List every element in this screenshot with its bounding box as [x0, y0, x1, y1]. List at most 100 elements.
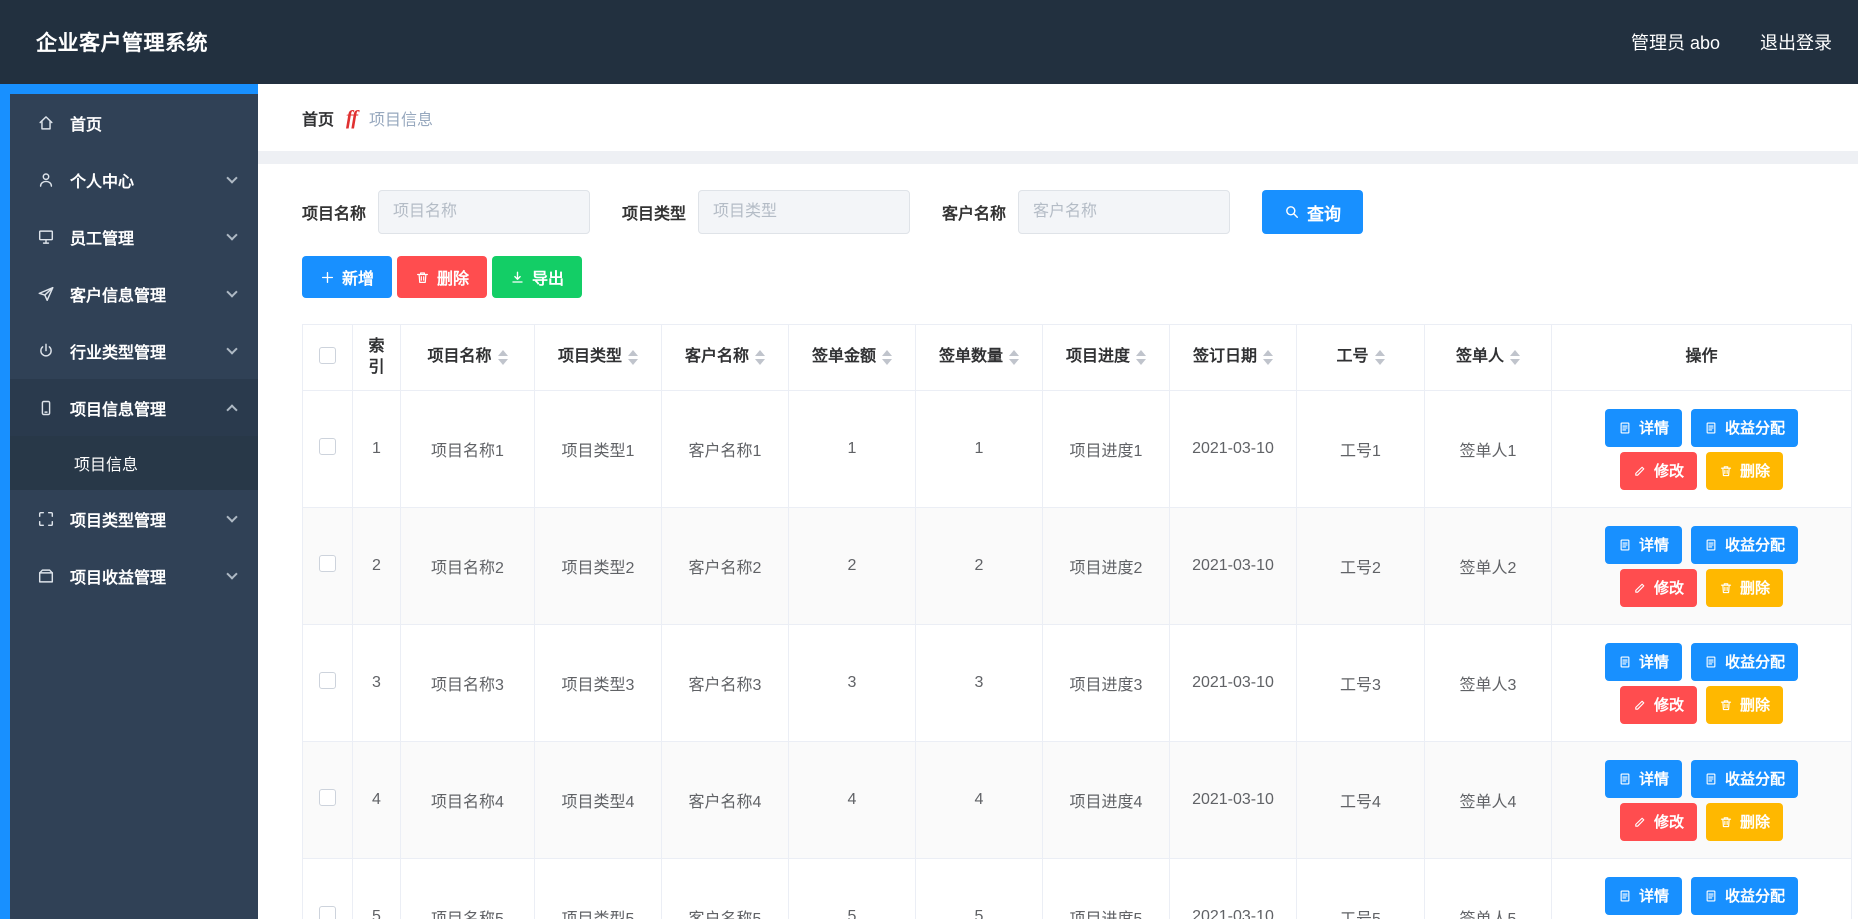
sort-icon[interactable] [628, 350, 638, 365]
sidebar-item-label: 项目信息管理 [70, 396, 228, 420]
profit-allocation-button[interactable]: 收益分配 [1691, 877, 1798, 915]
sidebar-item-customer-info-management[interactable]: 客户信息管理 [10, 265, 258, 322]
download-icon [510, 270, 525, 285]
detail-button[interactable]: 详情 [1605, 643, 1682, 681]
column-header-sign-amount[interactable]: 签单金额 [789, 325, 916, 391]
sort-icon[interactable] [1136, 350, 1146, 365]
cell-sign-amount: 3 [789, 625, 916, 742]
sidebar-item-label: 客户信息管理 [70, 282, 228, 306]
customer-name-input[interactable] [1018, 190, 1230, 234]
column-header-sign-quantity[interactable]: 签单数量 [916, 325, 1043, 391]
scan-icon [36, 509, 56, 529]
sort-icon[interactable] [1263, 350, 1273, 365]
app-root: 企业客户管理系统 管理员 abo 退出登录 首页 个人中心 [0, 0, 1858, 919]
edit-button[interactable]: 修改 [1620, 803, 1697, 841]
content-panel: 项目名称 项目类型 客户名称 查询 [258, 164, 1858, 919]
profit-allocation-button[interactable]: 收益分配 [1691, 526, 1798, 564]
cell-sign-quantity: 3 [916, 625, 1043, 742]
column-header-actions: 操作 [1552, 325, 1852, 391]
sidebar-subitem-project-info[interactable]: 项目信息 [10, 436, 258, 490]
chevron-down-icon [226, 511, 237, 522]
plus-icon [320, 270, 335, 285]
delete-button[interactable]: 删除 [397, 256, 487, 298]
layout: 首页 个人中心 员工管理 [0, 84, 1858, 919]
cell-index: 2 [353, 508, 401, 625]
sidebar-menu: 首页 个人中心 员工管理 [10, 94, 258, 604]
profit-allocation-button[interactable]: 收益分配 [1691, 409, 1798, 447]
trash-icon [1719, 581, 1733, 595]
edit-icon [1633, 581, 1647, 595]
cell-worker-id: 工号5 [1297, 859, 1425, 919]
edit-button[interactable]: 修改 [1620, 686, 1697, 724]
column-header-index: 索引 [353, 325, 401, 391]
row-checkbox[interactable] [319, 438, 336, 455]
detail-button[interactable]: 详情 [1605, 526, 1682, 564]
row-checkbox[interactable] [319, 672, 336, 689]
profit-allocation-button[interactable]: 收益分配 [1691, 643, 1798, 681]
search-group-project-type: 项目类型 [622, 190, 910, 234]
cell-worker-id: 工号4 [1297, 742, 1425, 859]
row-checkbox[interactable] [319, 555, 336, 572]
project-type-input[interactable] [698, 190, 910, 234]
document-icon [1704, 421, 1718, 435]
table-header: 索引 项目名称 项目类型 客户名称 签单金额 签单数量 项目进度 签订日期 工号… [303, 325, 1852, 391]
sort-icon[interactable] [1375, 350, 1385, 365]
sort-icon[interactable] [1510, 350, 1520, 365]
breadcrumb-home[interactable]: 首页 [302, 106, 334, 130]
detail-button[interactable]: 详情 [1605, 409, 1682, 447]
trash-icon [1719, 815, 1733, 829]
column-header-signer[interactable]: 签单人 [1425, 325, 1552, 391]
column-header-worker-id[interactable]: 工号 [1297, 325, 1425, 391]
admin-user-label: 管理员 abo [1631, 29, 1720, 55]
column-header-project-name[interactable]: 项目名称 [401, 325, 535, 391]
sidebar-item-project-type-management[interactable]: 项目类型管理 [10, 490, 258, 547]
edit-button[interactable]: 修改 [1620, 569, 1697, 607]
document-icon [1704, 538, 1718, 552]
sidebar-item-label: 首页 [70, 111, 236, 135]
sidebar-item-project-profit-management[interactable]: 项目收益管理 [10, 547, 258, 604]
cell-project-progress: 项目进度1 [1043, 391, 1170, 508]
project-name-input[interactable] [378, 190, 590, 234]
cell-actions: 详情 收益分配 修改 [1552, 508, 1852, 625]
profit-allocation-button[interactable]: 收益分配 [1691, 760, 1798, 798]
main-area: 首页 ff 项目信息 项目名称 项目类型 客户名称 [258, 84, 1858, 919]
delete-row-button[interactable]: 删除 [1706, 569, 1783, 607]
row-checkbox[interactable] [319, 789, 336, 806]
edit-button[interactable]: 修改 [1620, 452, 1697, 490]
delete-row-button[interactable]: 删除 [1706, 452, 1783, 490]
sidebar-item-home[interactable]: 首页 [10, 94, 258, 151]
sidebar-item-personal-center[interactable]: 个人中心 [10, 151, 258, 208]
sort-icon[interactable] [755, 350, 765, 365]
sort-icon[interactable] [1009, 350, 1019, 365]
cell-project-name: 项目名称5 [401, 859, 535, 919]
detail-button[interactable]: 详情 [1605, 760, 1682, 798]
chevron-down-icon [226, 286, 237, 297]
select-all-checkbox[interactable] [319, 347, 336, 364]
add-button[interactable]: 新增 [302, 256, 392, 298]
column-header-project-type[interactable]: 项目类型 [535, 325, 662, 391]
column-header-project-progress[interactable]: 项目进度 [1043, 325, 1170, 391]
query-button[interactable]: 查询 [1262, 190, 1363, 234]
cell-project-type: 项目类型3 [535, 625, 662, 742]
chevron-down-icon [226, 568, 237, 579]
sort-icon[interactable] [882, 350, 892, 365]
cell-sign-quantity: 2 [916, 508, 1043, 625]
search-label: 项目名称 [302, 200, 366, 224]
sidebar: 首页 个人中心 员工管理 [0, 84, 258, 919]
sidebar-item-label: 项目类型管理 [70, 507, 228, 531]
cell-project-type: 项目类型1 [535, 391, 662, 508]
sort-icon[interactable] [498, 350, 508, 365]
sidebar-item-employee-management[interactable]: 员工管理 [10, 208, 258, 265]
sidebar-subitem-label: 项目信息 [74, 451, 138, 475]
row-checkbox[interactable] [319, 906, 336, 919]
delete-row-button[interactable]: 删除 [1706, 686, 1783, 724]
cell-select [303, 859, 353, 919]
sidebar-item-industry-type-management[interactable]: 行业类型管理 [10, 322, 258, 379]
sidebar-item-project-info-management[interactable]: 项目信息管理 [10, 379, 258, 436]
detail-button[interactable]: 详情 [1605, 877, 1682, 915]
delete-row-button[interactable]: 删除 [1706, 803, 1783, 841]
export-button[interactable]: 导出 [492, 256, 582, 298]
column-header-sign-date[interactable]: 签订日期 [1170, 325, 1297, 391]
column-header-customer-name[interactable]: 客户名称 [662, 325, 789, 391]
logout-link[interactable]: 退出登录 [1760, 29, 1832, 55]
